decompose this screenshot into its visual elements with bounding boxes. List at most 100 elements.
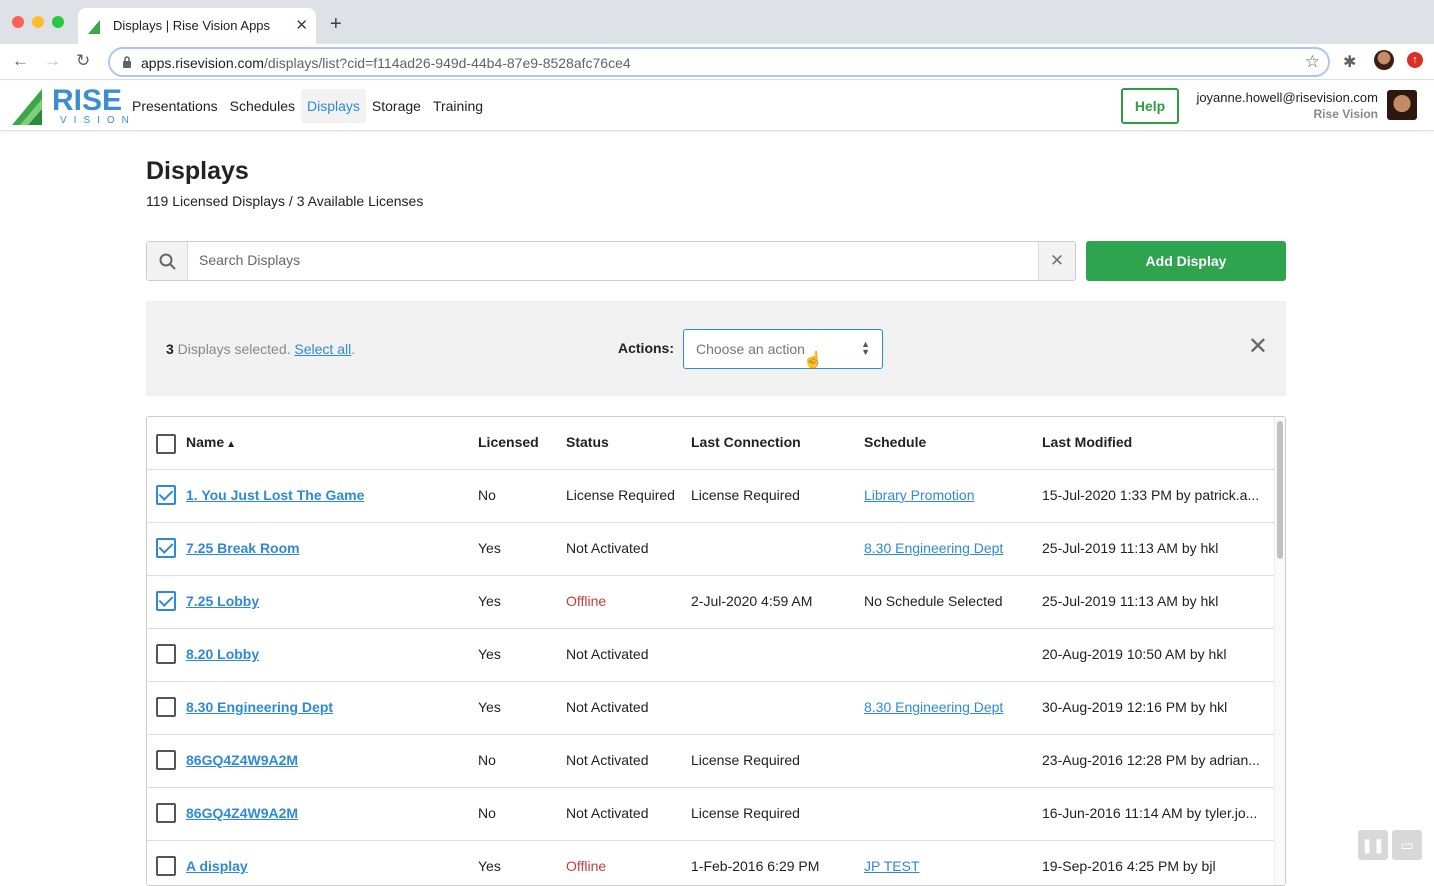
row-checkbox[interactable] — [156, 697, 176, 717]
profile-avatar-icon[interactable] — [1374, 50, 1394, 70]
actions-dropdown[interactable]: Choose an action ▲ ▼ ☝ — [683, 329, 883, 369]
table-row[interactable]: 8.20 Lobby Yes Not Activated 20-Aug-2019 10… — [147, 629, 1275, 682]
status-value: Offline — [566, 858, 607, 874]
rise-favicon-icon — [88, 20, 100, 34]
schedule-value[interactable]: JP TEST — [864, 858, 920, 874]
display-name-link[interactable]: 1. You Just Lost The Game — [186, 487, 364, 503]
pause-icon[interactable]: ❚❚ — [1358, 830, 1388, 860]
row-checkbox[interactable] — [156, 856, 176, 876]
display-name-link[interactable]: 7.25 Lobby — [186, 593, 259, 609]
licensed-value: No — [478, 805, 496, 821]
update-icon[interactable]: ↑ — [1407, 52, 1423, 68]
select-all-checkbox[interactable] — [156, 434, 176, 454]
row-checkbox[interactable] — [156, 803, 176, 823]
schedule-value[interactable]: 8.30 Engineering Dept — [864, 699, 1003, 715]
rise-vision-logo[interactable]: RISE VISION — [12, 85, 129, 127]
schedule-value[interactable]: 8.30 Engineering Dept — [864, 540, 1003, 556]
window-zoom-button[interactable] — [52, 16, 64, 28]
last-connection-value: License Required — [691, 752, 800, 768]
display-name-link[interactable]: 86GQ4Z4W9A2M — [186, 805, 298, 821]
table-row[interactable]: 86GQ4Z4W9A2M No Not Activated License Requi… — [147, 735, 1275, 788]
last-modified-value: 25-Jul-2019 11:13 AM by hkl — [1042, 593, 1219, 609]
picture-icon[interactable]: ▭ — [1392, 830, 1422, 860]
row-checkbox[interactable] — [156, 538, 176, 558]
help-button[interactable]: Help — [1121, 88, 1179, 124]
nav-storage[interactable]: Storage — [366, 89, 427, 123]
user-company[interactable]: Rise Vision — [1314, 107, 1378, 121]
licensed-value: Yes — [478, 540, 501, 556]
column-header-status[interactable]: Status — [566, 434, 609, 450]
url-text: apps.risevision.com/displays/list?cid=f1… — [141, 55, 631, 71]
main-nav: Presentations Schedules Displays Storage… — [126, 89, 489, 123]
row-checkbox[interactable] — [156, 591, 176, 611]
reload-icon[interactable]: ↻ — [76, 51, 90, 71]
column-header-licensed[interactable]: Licensed — [478, 434, 539, 450]
displays-table: Name ▲ Licensed Status Last Connection Sc… — [146, 416, 1286, 886]
window-minimize-button[interactable] — [32, 16, 44, 28]
schedule-value[interactable]: Library Promotion — [864, 487, 975, 503]
select-all-link[interactable]: Select all — [294, 341, 351, 357]
display-name-link[interactable]: A display — [186, 858, 248, 874]
new-tab-icon[interactable]: + — [330, 14, 342, 34]
hand-cursor-icon: ☝ — [803, 352, 823, 369]
table-row[interactable]: 86GQ4Z4W9A2M No Not Activated License Requi… — [147, 788, 1275, 841]
back-arrow-icon[interactable]: ← — [12, 51, 29, 71]
browser-tab[interactable]: Displays | Rise Vision Apps ✕ — [78, 8, 316, 44]
display-name-link[interactable]: 86GQ4Z4W9A2M — [186, 752, 298, 768]
actions-dropdown-value: Choose an action — [696, 341, 805, 357]
licensed-value: Yes — [478, 858, 501, 874]
last-modified-value: 15-Jul-2020 1:33 PM by patrick.a... — [1042, 487, 1260, 503]
dropdown-arrows-icon: ▲ ▼ — [861, 339, 870, 357]
sort-ascending-icon: ▲ — [226, 439, 237, 450]
logo-subtext: VISION — [60, 115, 136, 126]
status-value: Not Activated — [566, 646, 649, 662]
display-name-link[interactable]: 8.30 Engineering Dept — [186, 699, 333, 715]
column-header-name[interactable]: Name ▲ — [186, 434, 236, 450]
status-value: Not Activated — [566, 540, 649, 556]
user-avatar[interactable] — [1387, 90, 1417, 120]
table-row[interactable]: 1. You Just Lost The Game No License Requi… — [147, 470, 1275, 523]
table-scroll-track[interactable] — [1274, 417, 1285, 885]
table-row[interactable]: A display Yes Offline 1-Feb-2016 6:29 PM JP … — [147, 841, 1275, 885]
display-name-link[interactable]: 7.25 Break Room — [186, 540, 300, 556]
last-modified-value: 16-Jun-2016 11:14 AM by tyler.jo... — [1042, 805, 1258, 821]
clear-search-icon[interactable]: ✕ — [1038, 242, 1075, 280]
status-value: Offline — [566, 593, 607, 609]
forward-arrow-icon[interactable]: → — [44, 51, 61, 71]
nav-schedules[interactable]: Schedules — [224, 89, 301, 123]
status-value: Not Activated — [566, 699, 649, 715]
extensions-puzzle-icon[interactable]: ✱ — [1343, 52, 1356, 72]
search-icon — [159, 253, 176, 270]
nav-training[interactable]: Training — [427, 89, 489, 123]
table-scrollbar-thumb[interactable] — [1277, 421, 1283, 559]
window-close-button[interactable] — [12, 16, 24, 28]
close-action-bar-icon[interactable]: ✕ — [1248, 334, 1268, 360]
tab-close-icon[interactable]: ✕ — [295, 16, 308, 34]
column-header-last-modified[interactable]: Last Modified — [1042, 434, 1267, 450]
licensed-value: Yes — [478, 699, 501, 715]
display-name-link[interactable]: 8.20 Lobby — [186, 646, 259, 662]
bookmark-star-icon[interactable]: ☆ — [1305, 52, 1320, 72]
table-row[interactable]: 7.25 Lobby Yes Offline 2-Jul-2020 4:59 AM No… — [147, 576, 1275, 629]
column-header-schedule[interactable]: Schedule — [864, 434, 926, 450]
user-email[interactable]: joyanne.howell@risevision.com — [1196, 90, 1378, 105]
row-checkbox[interactable] — [156, 644, 176, 664]
address-bar[interactable]: apps.risevision.com/displays/list?cid=f1… — [108, 47, 1330, 77]
row-checkbox[interactable] — [156, 750, 176, 770]
add-display-button[interactable]: Add Display — [1086, 241, 1286, 281]
column-header-last-connection[interactable]: Last Connection — [691, 434, 801, 450]
search-input[interactable] — [199, 252, 1019, 268]
last-modified-value: 30-Aug-2019 12:16 PM by hkl — [1042, 699, 1228, 715]
last-connection-value: 2-Jul-2020 4:59 AM — [691, 593, 813, 609]
last-modified-value: 19-Sep-2016 4:25 PM by bjl — [1042, 858, 1216, 874]
last-connection-value: License Required — [691, 805, 800, 821]
bulk-action-bar: 3 Displays selected. Select all. Actions… — [146, 301, 1286, 396]
last-connection-value: 1-Feb-2016 6:29 PM — [691, 858, 820, 874]
table-row[interactable]: 7.25 Break Room Yes Not Activated 8.30 Engi… — [147, 523, 1275, 576]
table-row[interactable]: 8.30 Engineering Dept Yes Not Activated 8.3… — [147, 682, 1275, 735]
nav-presentations[interactable]: Presentations — [126, 89, 224, 123]
row-checkbox[interactable] — [156, 485, 176, 505]
tab-title: Displays | Rise Vision Apps — [113, 18, 271, 33]
nav-displays[interactable]: Displays — [301, 89, 366, 123]
licensed-value: No — [478, 487, 496, 503]
